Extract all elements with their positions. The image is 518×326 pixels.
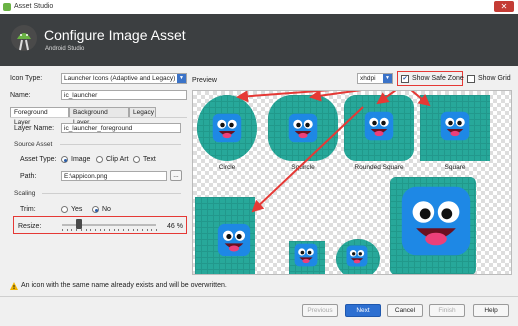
radio-image-label: Image [71,156,91,163]
slider-tick [85,229,87,231]
path-field[interactable]: E:\appicon.png [61,171,167,181]
slider-tick [156,229,157,231]
radio-text-label: Text [143,156,156,163]
page-subtitle: Android Studio [45,46,85,52]
slider-tick [94,229,96,231]
slider-tick [90,229,92,231]
radio-trim-yes[interactable] [61,206,68,213]
icon-type-label: Icon Type: [10,75,43,82]
preview-panel: Circle Squircle Rounded Square Square [192,90,512,275]
window-title: Asset Studio [14,3,54,10]
name-label: Name: [10,92,31,99]
help-button[interactable]: Help [473,304,509,317]
show-grid-checkbox[interactable] [467,75,475,83]
slider-tick [104,229,106,231]
slider-tick [123,229,125,231]
tab-legacy[interactable]: Legacy [129,107,156,117]
trim-label: Trim: [20,206,36,213]
radio-trim-yes-label: Yes [71,206,83,213]
icon-type-value: Launcher Icons (Adaptive and Legacy) [64,75,176,82]
slider-tick [62,229,63,231]
next-button[interactable]: Next [345,304,381,317]
browse-button[interactable]: ... [170,170,182,181]
preview-label: Preview [192,77,217,84]
section-divider [42,193,181,194]
radio-trim-no[interactable] [92,206,99,213]
close-button[interactable]: ✕ [494,1,514,12]
show-safe-zone-label: Show Safe Zone [412,75,464,82]
page-title: Configure Image Asset [44,27,186,43]
previous-button[interactable]: Previous [302,304,338,317]
name-field[interactable]: ic_launcher [61,90,187,100]
layer-name-field[interactable]: ic_launcher_foreground [61,123,181,133]
layer-name-label: Layer Name: [14,125,55,132]
status-message: An icon with the same name already exist… [21,282,227,289]
radio-image[interactable] [61,156,68,163]
radio-clip-art-label: Clip Art [106,156,129,163]
warning-icon [10,282,18,290]
radio-trim-no-label: No [102,206,111,213]
slider-tick [118,229,120,231]
android-studio-icon [3,3,11,11]
cancel-button[interactable]: Cancel [387,304,423,317]
tab-divider [10,117,187,118]
chevron-down-icon: ▼ [177,74,186,83]
density-value: xhdpi [360,75,376,82]
slider-tick [80,229,82,231]
annotation-arrows [236,91,431,213]
wizard-header: Configure Image Asset Android Studio [0,14,518,66]
chevron-down-icon: ▼ [383,74,392,83]
window-title-bar: Asset Studio ✕ [0,0,518,15]
tab-background-layer[interactable]: Background Layer [69,107,129,126]
path-label: Path: [20,173,37,180]
resize-value: 46 % [167,223,183,230]
footer-divider [0,296,518,297]
source-asset-heading: Source Asset [14,141,53,148]
asset-type-label: Asset Type: [20,156,57,163]
slider-tick [132,229,134,231]
slider-tick [137,229,139,231]
radio-clip-art[interactable] [96,156,103,163]
slider-tick [146,229,148,231]
android-studio-logo-icon [11,25,37,51]
slider-tick [66,229,68,231]
icon-type-select[interactable]: Launcher Icons (Adaptive and Legacy) ▼ [61,73,187,84]
tab-foreground-layer[interactable]: Foreground Layer [10,107,69,126]
slider-tick [127,229,129,231]
density-select[interactable]: xhdpi ▼ [357,73,393,84]
finish-button[interactable]: Finish [429,304,465,317]
resize-slider-thumb[interactable] [76,219,83,229]
slider-tick [71,229,73,231]
slider-tick [99,229,101,231]
slider-tick [141,229,143,231]
slider-tick [109,229,110,231]
section-divider [60,144,181,145]
radio-text[interactable] [133,156,140,163]
slider-tick [113,229,115,231]
scaling-heading: Scaling [14,190,36,197]
show-grid-label: Show Grid [478,75,511,82]
resize-label: Resize: [18,223,42,230]
resize-slider-ticks [62,229,157,231]
show-safe-zone-checkbox[interactable]: ✔ [401,75,409,83]
slider-tick [76,229,78,231]
slider-tick [151,229,153,231]
